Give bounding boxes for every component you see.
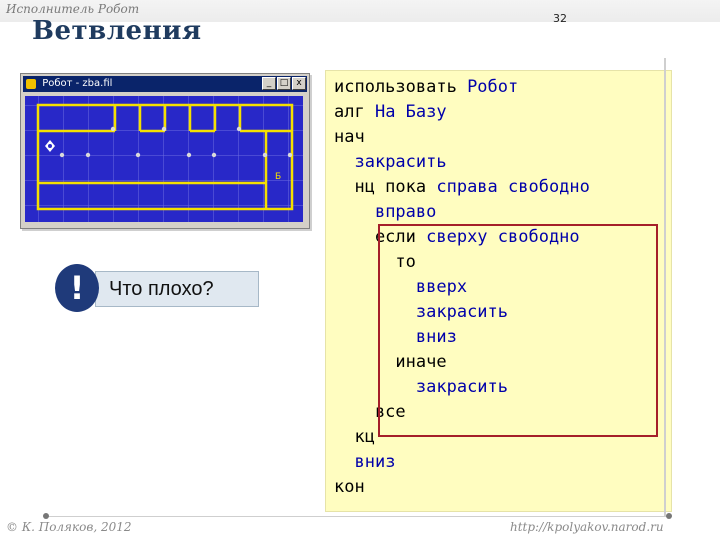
code-line: вправо <box>334 200 436 225</box>
code-line: нц пока справа свободно <box>334 175 590 200</box>
close-button[interactable]: x <box>292 77 306 90</box>
code-keyword: Робот <box>467 77 519 97</box>
robot-field: Б <box>25 96 303 222</box>
code-keyword: закрасить <box>354 152 447 172</box>
code-text: алг <box>334 102 375 122</box>
code-keyword: На Базу <box>374 102 447 122</box>
code-line: алг На Базу <box>334 100 447 125</box>
robot-window-titlebar[interactable]: Робот - zba.fil _ □ x <box>23 76 307 92</box>
maximize-button[interactable]: □ <box>277 77 291 90</box>
slide-scrollbar <box>664 58 666 516</box>
page-title: Ветвления <box>32 16 202 46</box>
warning-callout: ! Что плохо? <box>55 264 259 312</box>
exclamation-icon: ! <box>55 264 99 312</box>
footer-url[interactable]: http://kpolyakov.narod.ru <box>510 520 664 534</box>
code-line: кон <box>334 475 365 500</box>
code-line: вниз <box>334 450 395 475</box>
robot-field-grid: Б <box>25 96 303 222</box>
code-text: нач <box>334 127 365 147</box>
footer-copyright: © К. Поляков, 2012 <box>6 520 132 534</box>
footer-dot-left <box>43 513 49 519</box>
minimize-button[interactable]: _ <box>262 77 276 90</box>
code-keyword: справа свободно <box>436 177 590 197</box>
code-text: кц <box>334 427 375 447</box>
warning-text: Что плохо? <box>109 278 214 300</box>
code-panel: использовать Робот алг На Базу нач закраси… <box>325 70 672 512</box>
code-keyword: вниз <box>354 452 396 472</box>
robot-window-title: Робот - zba.fil <box>42 78 113 89</box>
footer-divider <box>46 516 670 517</box>
page-number: 32 <box>553 12 567 25</box>
code-text: кон <box>334 477 365 497</box>
code-line: использовать Робот <box>334 75 518 100</box>
base-marker-label: Б <box>275 172 281 182</box>
highlighted-branch-box <box>378 224 658 437</box>
footer-dot-right <box>666 513 672 519</box>
code-text: нц пока <box>334 177 437 197</box>
robot-app-icon <box>26 79 36 89</box>
code-line: нач <box>334 125 365 150</box>
code-keyword: вправо <box>374 202 437 222</box>
section-caption: Исполнитель Робот <box>6 2 140 16</box>
robot-window: Робот - zba.fil _ □ x Б <box>20 73 310 229</box>
code-text: использовать <box>334 77 468 97</box>
code-line: кц <box>334 425 375 450</box>
code-line: закрасить <box>334 150 447 175</box>
